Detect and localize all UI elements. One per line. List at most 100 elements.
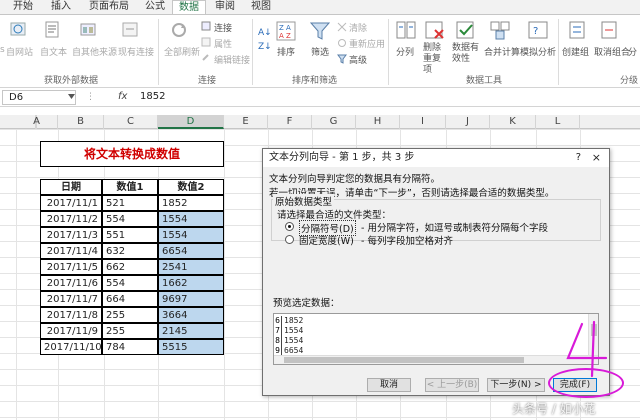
what-if-analysis-button[interactable]: 模拟分析: [520, 45, 556, 58]
value2-cell[interactable]: 3664: [158, 307, 224, 323]
preview-row: 7 1554: [274, 326, 584, 336]
formula-input[interactable]: 1852: [140, 91, 165, 102]
value2-cell[interactable]: 2541: [158, 259, 224, 275]
date-cell[interactable]: 2017/11/8: [40, 307, 102, 323]
filter-button[interactable]: 筛选: [311, 45, 329, 58]
date-cell[interactable]: 2017/11/2: [40, 211, 102, 227]
tab-insert[interactable]: 插入: [46, 0, 76, 14]
value1-cell[interactable]: 551: [102, 227, 158, 243]
column-header-l[interactable]: L: [536, 115, 580, 129]
date-cell[interactable]: 2017/11/10: [40, 339, 102, 355]
column-header-b[interactable]: B: [58, 115, 104, 129]
column-header-bar: ABCDEFGHIJKL: [0, 115, 640, 129]
connections-icon: [201, 21, 211, 31]
next-button[interactable]: 下一步(N) >: [487, 378, 545, 392]
advanced-button[interactable]: 高级: [349, 53, 367, 66]
column-header-h[interactable]: H: [356, 115, 400, 129]
insert-function-icon[interactable]: fx: [118, 91, 127, 102]
watermark: 头条号 / 如小花: [512, 402, 596, 416]
column-header-c[interactable]: C: [104, 115, 158, 129]
value1-cell[interactable]: 664: [102, 291, 158, 307]
value2-cell[interactable]: 1662: [158, 275, 224, 291]
tab-formulas[interactable]: 公式: [140, 0, 170, 14]
tab-review[interactable]: 审阅: [210, 0, 240, 14]
preview-label: 预览选定数据：: [273, 298, 340, 309]
clear-button[interactable]: 清除: [349, 21, 367, 34]
consolidate-button[interactable]: 合并计算: [484, 45, 520, 58]
edit-links-button[interactable]: 编辑链接: [214, 53, 250, 66]
value1-cell[interactable]: 255: [102, 307, 158, 323]
value1-cell[interactable]: 632: [102, 243, 158, 259]
from-text-button[interactable]: 自文本: [40, 45, 67, 58]
column-header-a[interactable]: A: [16, 115, 58, 129]
filter-icon: [310, 22, 330, 40]
tab-data[interactable]: 数据: [172, 0, 206, 14]
sort-button[interactable]: 排序: [277, 45, 295, 58]
svg-text:Z↓: Z↓: [258, 42, 270, 52]
delimited-radio[interactable]: [285, 222, 294, 231]
fixed-width-label[interactable]: 固定宽度(W): [299, 233, 354, 247]
preview-row-number: 8: [274, 336, 282, 346]
help-icon[interactable]: ?: [576, 152, 581, 163]
reapply-button[interactable]: 重新应用: [349, 37, 385, 50]
close-icon[interactable]: ×: [592, 151, 601, 164]
date-cell[interactable]: 2017/11/6: [40, 275, 102, 291]
ungroup-button[interactable]: 取消组合: [594, 45, 630, 58]
value2-cell[interactable]: 9697: [158, 291, 224, 307]
value1-cell[interactable]: 784: [102, 339, 158, 355]
date-cell[interactable]: 2017/11/3: [40, 227, 102, 243]
value1-cell[interactable]: 662: [102, 259, 158, 275]
table-header-cell[interactable]: 数值1: [102, 179, 158, 195]
group-button[interactable]: 创建组: [562, 45, 589, 58]
value1-cell[interactable]: 521: [102, 195, 158, 211]
other-sources-icon: [80, 23, 96, 36]
data-validation-button[interactable]: 数据有效性: [452, 43, 482, 65]
sheet-title-cell[interactable]: 将文本转换成数值: [40, 141, 224, 167]
column-header-g[interactable]: G: [312, 115, 356, 129]
column-header-k[interactable]: K: [490, 115, 536, 129]
table-header-cell[interactable]: 数值2: [158, 179, 224, 195]
subtotal-button[interactable]: 分: [628, 45, 637, 58]
grid-line: [224, 129, 225, 420]
data-preview[interactable]: 6 1852 7 1554 8 1554 9 6654: [273, 313, 599, 365]
column-header-j[interactable]: J: [446, 115, 490, 129]
horizontal-scrollbar[interactable]: [274, 355, 598, 364]
back-button[interactable]: < 上一步(B): [425, 378, 479, 392]
name-box[interactable]: D6: [2, 90, 76, 105]
scrollbar-thumb[interactable]: [284, 357, 524, 363]
tab-home[interactable]: 开始: [8, 0, 38, 14]
cancel-button[interactable]: 取消: [367, 378, 411, 392]
value1-cell[interactable]: 255: [102, 323, 158, 339]
tab-page-layout[interactable]: 页面布局: [84, 0, 134, 14]
table-header-cell[interactable]: 日期: [40, 179, 102, 195]
column-header-f[interactable]: F: [268, 115, 312, 129]
refresh-all-button[interactable]: 全部刷新: [164, 45, 200, 58]
column-header-d[interactable]: D: [158, 115, 224, 129]
from-web-button[interactable]: 自网站: [6, 45, 33, 58]
value1-cell[interactable]: 554: [102, 211, 158, 227]
value2-cell[interactable]: 1554: [158, 227, 224, 243]
value1-cell[interactable]: 554: [102, 275, 158, 291]
value2-cell[interactable]: 2145: [158, 323, 224, 339]
chevron-down-icon[interactable]: [68, 94, 75, 100]
value2-cell[interactable]: 1852: [158, 195, 224, 211]
value2-cell[interactable]: 1554: [158, 211, 224, 227]
remove-duplicates-button[interactable]: 删除重复项: [423, 43, 447, 76]
from-other-sources-button[interactable]: 自其他来源: [72, 45, 117, 58]
connections-button[interactable]: 连接: [214, 21, 232, 34]
date-cell[interactable]: 2017/11/5: [40, 259, 102, 275]
svg-text:?: ?: [533, 26, 538, 37]
fixed-width-radio[interactable]: [285, 235, 294, 244]
date-cell[interactable]: 2017/11/7: [40, 291, 102, 307]
column-header-e[interactable]: E: [224, 115, 268, 129]
tab-view[interactable]: 视图: [246, 0, 276, 14]
existing-connections-button[interactable]: 现有连接: [118, 45, 154, 58]
date-cell[interactable]: 2017/11/4: [40, 243, 102, 259]
date-cell[interactable]: 2017/11/1: [40, 195, 102, 211]
column-header-i[interactable]: I: [400, 115, 446, 129]
properties-button[interactable]: 属性: [214, 37, 232, 50]
value2-cell[interactable]: 5515: [158, 339, 224, 355]
text-to-columns-button[interactable]: 分列: [396, 45, 414, 58]
date-cell[interactable]: 2017/11/9: [40, 323, 102, 339]
value2-cell[interactable]: 6654: [158, 243, 224, 259]
